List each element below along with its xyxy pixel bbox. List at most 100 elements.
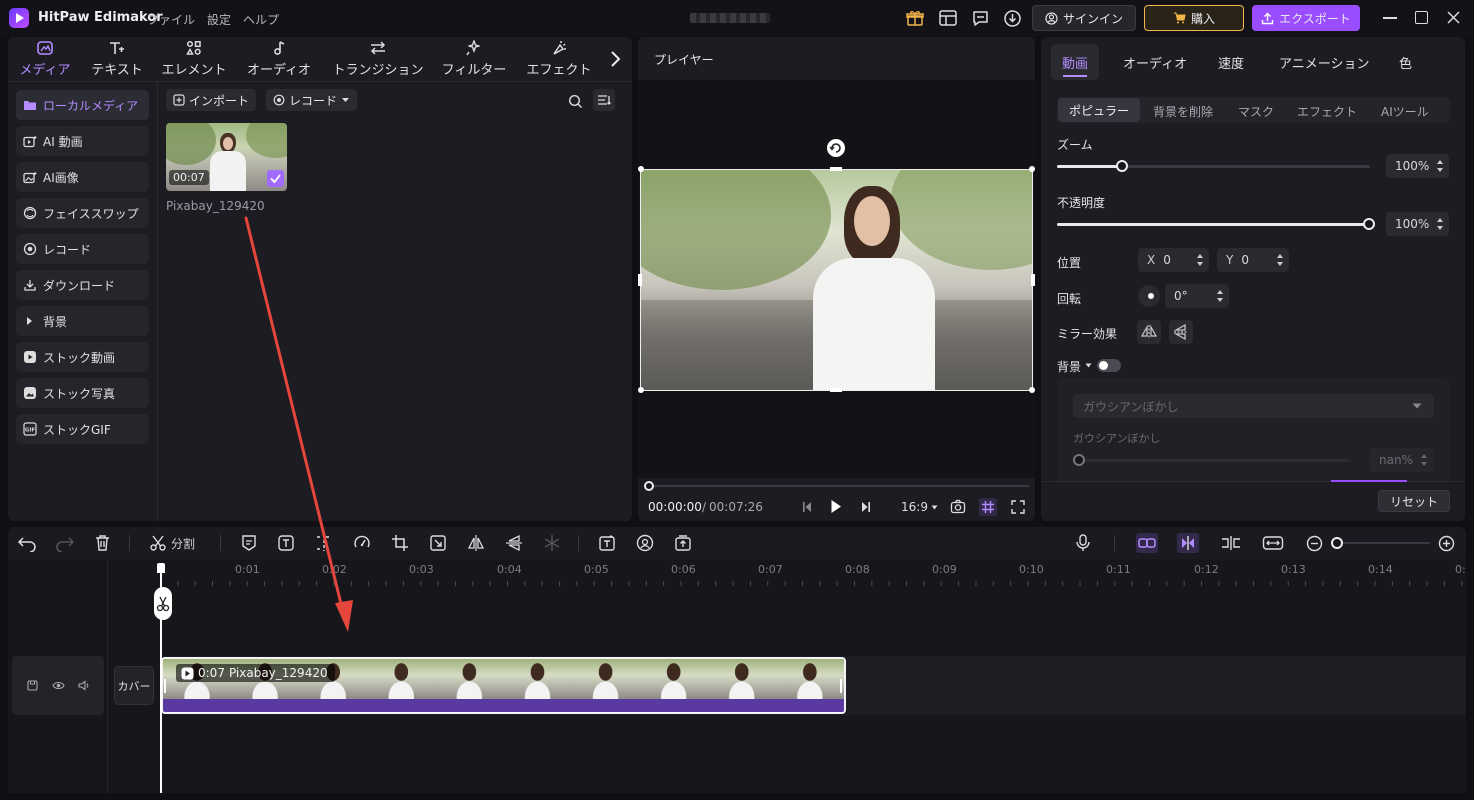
tab-transition[interactable]: トランジション <box>330 37 426 81</box>
subtab-ai-tools[interactable]: AIツール <box>1381 103 1429 120</box>
spinner-icon[interactable] <box>1196 251 1204 269</box>
reset-button[interactable]: リセット <box>1378 490 1450 512</box>
undo-icon[interactable] <box>17 533 37 553</box>
redo-icon[interactable] <box>55 533 75 553</box>
minimize-icon[interactable] <box>1383 17 1397 19</box>
menu-help[interactable]: ヘルプ <box>243 11 279 28</box>
grid-icon[interactable] <box>979 498 997 516</box>
track-volume-icon[interactable] <box>78 680 91 691</box>
resize-handle[interactable] <box>830 388 842 392</box>
resize-handle[interactable] <box>638 387 644 393</box>
upload-box-icon[interactable] <box>674 533 692 553</box>
feedback-icon[interactable] <box>971 9 990 28</box>
search-icon[interactable] <box>564 90 586 112</box>
tab-effect[interactable]: エフェクト <box>524 37 594 81</box>
crop-split-icon[interactable] <box>315 533 333 553</box>
subtab-popular[interactable]: ポピュラー <box>1058 98 1140 122</box>
speed-icon[interactable] <box>353 533 371 553</box>
spinner-icon[interactable] <box>1436 215 1444 233</box>
cover-button[interactable]: カバー <box>114 666 154 705</box>
mirror-vertical-icon[interactable] <box>1169 320 1193 344</box>
mirror-icon[interactable] <box>467 533 485 553</box>
prop-tab-speed[interactable]: 速度 <box>1218 53 1244 72</box>
prop-tab-audio[interactable]: オーディオ <box>1123 53 1187 72</box>
resize-icon[interactable] <box>429 533 447 553</box>
subtab-remove-bg[interactable]: 背景を削除 <box>1153 103 1213 120</box>
sort-icon[interactable] <box>593 89 615 111</box>
player-progress-track[interactable] <box>649 485 1029 487</box>
prop-tab-animation[interactable]: アニメーション <box>1279 53 1369 72</box>
resize-handle[interactable] <box>1031 274 1035 286</box>
ai-face-icon[interactable] <box>636 533 654 553</box>
timeline-zoom-track[interactable] <box>1334 542 1430 544</box>
timeline-clip[interactable]: 0:07 Pixabay_129420 <box>161 657 846 714</box>
freeze-icon[interactable] <box>543 533 561 553</box>
subtab-effect[interactable]: エフェクト <box>1297 103 1357 120</box>
sidebar-item-stock-video[interactable]: ストック動画 <box>16 342 149 372</box>
mirror-horizontal-icon[interactable] <box>1137 320 1161 344</box>
link-icon[interactable] <box>1136 533 1158 553</box>
zoom-in-icon[interactable] <box>1438 533 1455 553</box>
import-button[interactable]: インポート <box>166 89 257 111</box>
timeline-ruler[interactable] <box>160 559 1466 587</box>
tab-text[interactable]: テキスト <box>88 37 146 81</box>
sidebar-item-local-media[interactable]: ローカルメディア <box>16 90 149 120</box>
sidebar-item-stock-gif[interactable]: GIF ストックGIF <box>16 414 149 444</box>
background-type-select[interactable]: ガウシアンぼかし <box>1073 394 1434 418</box>
next-frame-icon[interactable] <box>861 501 871 513</box>
prop-tab-color[interactable]: 色 <box>1399 53 1412 72</box>
snapshot-icon[interactable] <box>950 499 966 514</box>
close-icon[interactable] <box>1446 10 1461 25</box>
marker-icon[interactable] <box>241 533 257 553</box>
sidebar-item-record[interactable]: レコード <box>16 234 149 264</box>
tab-filter[interactable]: フィルター <box>440 37 508 81</box>
split-view-icon[interactable] <box>1220 533 1242 553</box>
resize-handle[interactable] <box>638 166 644 172</box>
preview-frame[interactable] <box>640 169 1033 391</box>
track-visibility-icon[interactable] <box>52 680 65 691</box>
blur-slider-knob[interactable] <box>1073 454 1085 466</box>
resize-handle[interactable] <box>1029 166 1035 172</box>
zoom-out-icon[interactable] <box>1306 533 1323 553</box>
microphone-icon[interactable] <box>1075 533 1091 553</box>
resize-handle[interactable] <box>830 167 842 171</box>
spinner-icon[interactable] <box>1436 157 1444 175</box>
aspect-ratio-select[interactable]: 16:9 <box>901 500 938 514</box>
tab-elements[interactable]: エレメント <box>160 37 228 81</box>
sidebar-item-ai-image[interactable]: AI画像 <box>16 162 149 192</box>
spinner-icon[interactable] <box>1420 451 1428 469</box>
blur-value-field[interactable]: nan% <box>1370 448 1433 472</box>
sidebar-item-download[interactable]: ダウンロード <box>16 270 149 300</box>
track-lock-icon[interactable] <box>27 680 38 691</box>
crop-icon[interactable] <box>391 533 409 553</box>
sidebar-item-background[interactable]: 背景 <box>16 306 149 336</box>
signin-button[interactable]: サインイン <box>1032 5 1136 31</box>
timeline-zoom-knob[interactable] <box>1331 537 1343 549</box>
split-button[interactable]: 分割 <box>149 533 195 553</box>
buy-button[interactable]: 購入 <box>1144 5 1244 31</box>
tab-media[interactable]: メディア <box>16 37 74 81</box>
prev-frame-icon[interactable] <box>802 501 812 513</box>
sidebar-item-stock-photo[interactable]: ストック写真 <box>16 378 149 408</box>
sidebar-item-face-swap[interactable]: フェイススワップ <box>16 198 149 228</box>
position-y-field[interactable]: Y 0 <box>1217 248 1289 272</box>
layout-icon[interactable] <box>938 9 958 27</box>
clip-trim-left-handle[interactable] <box>164 679 166 693</box>
text-box-icon[interactable] <box>277 533 295 553</box>
download-circle-icon[interactable] <box>1003 9 1022 28</box>
menu-settings[interactable]: 設定 <box>207 11 231 28</box>
opacity-slider-knob[interactable] <box>1363 218 1375 230</box>
gift-icon[interactable] <box>906 9 924 27</box>
rotation-dial[interactable] <box>1138 285 1160 307</box>
sidebar-item-ai-video[interactable]: AI 動画 <box>16 126 149 156</box>
opacity-value-field[interactable]: 100% <box>1386 212 1449 236</box>
fit-width-icon[interactable] <box>1262 533 1284 553</box>
player-progress-knob[interactable] <box>644 481 654 491</box>
playhead-top[interactable] <box>157 563 165 573</box>
auto-subtitle-icon[interactable] <box>598 533 616 553</box>
resize-handle[interactable] <box>1029 387 1035 393</box>
position-x-field[interactable]: X 0 <box>1138 248 1209 272</box>
play-icon[interactable] <box>830 499 842 514</box>
zoom-slider-knob[interactable] <box>1116 160 1128 172</box>
maximize-icon[interactable] <box>1415 11 1428 24</box>
